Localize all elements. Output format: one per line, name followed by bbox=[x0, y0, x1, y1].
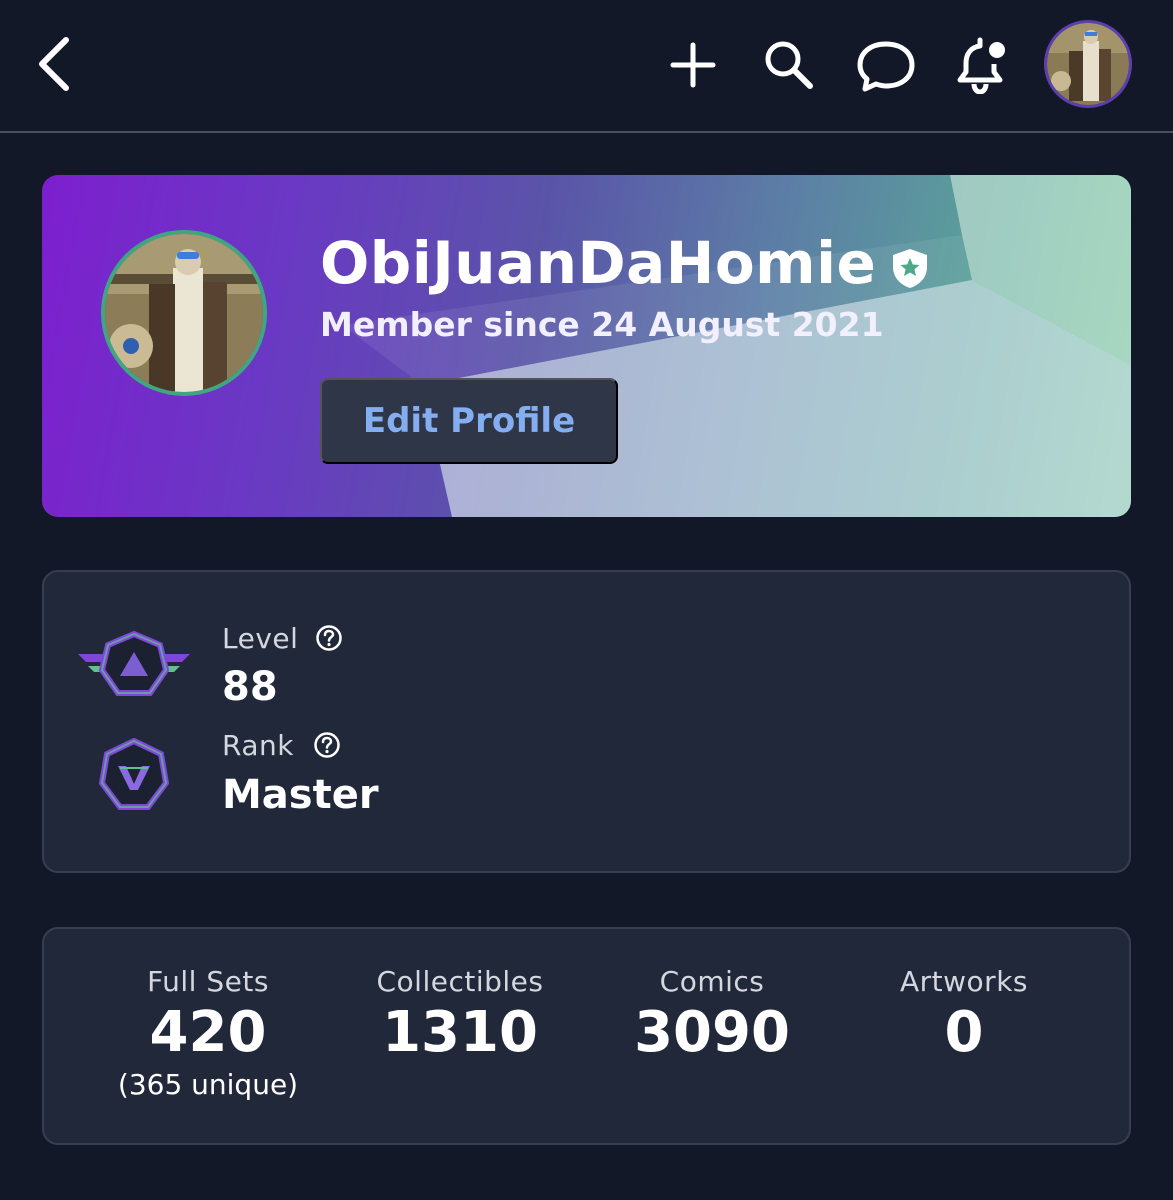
edit-profile-button[interactable]: Edit Profile bbox=[320, 378, 618, 464]
level-help-icon[interactable] bbox=[315, 624, 343, 652]
stat-value: 420 bbox=[149, 1000, 267, 1065]
rank-help-icon[interactable] bbox=[313, 731, 341, 759]
collection-stats-card: Full Sets 420 (365 unique) Collectibles … bbox=[42, 927, 1131, 1145]
avatar[interactable] bbox=[1044, 20, 1132, 108]
level-badge-icon bbox=[78, 630, 190, 696]
stat-value: 1310 bbox=[382, 1000, 538, 1065]
bell-icon[interactable] bbox=[954, 36, 1010, 94]
level-label: Level bbox=[222, 622, 299, 655]
back-icon[interactable] bbox=[30, 32, 80, 96]
stat-collectibles: Collectibles 1310 bbox=[340, 965, 580, 1064]
stat-artworks: Artworks 0 bbox=[844, 965, 1084, 1064]
stat-sub: (365 unique) bbox=[117, 1067, 299, 1101]
search-icon[interactable] bbox=[762, 38, 816, 92]
stat-value: 0 bbox=[944, 1000, 984, 1065]
profile-banner: ObiJuanDaHomie Member since 24 August 20… bbox=[42, 175, 1131, 517]
stat-label: Artworks bbox=[900, 965, 1028, 998]
username: ObiJuanDaHomie bbox=[320, 229, 877, 297]
level-rank-card: Level 88 Rank Master bbox=[42, 570, 1131, 873]
stat-label: Comics bbox=[659, 965, 765, 998]
stat-full-sets: Full Sets 420 (365 unique) bbox=[88, 965, 328, 1101]
level-value: 88 bbox=[222, 664, 278, 710]
plus-icon[interactable] bbox=[668, 40, 718, 90]
rank-badge-icon bbox=[98, 738, 170, 810]
rank-label: Rank bbox=[222, 729, 294, 762]
rank-value: Master bbox=[222, 772, 379, 818]
member-since: Member since 24 August 2021 bbox=[320, 305, 884, 344]
stat-label: Collectibles bbox=[376, 965, 544, 998]
top-bar bbox=[0, 0, 1173, 133]
stat-value: 3090 bbox=[634, 1000, 790, 1065]
profile-avatar bbox=[101, 230, 267, 396]
stat-label: Full Sets bbox=[147, 965, 269, 998]
verified-shield-icon bbox=[893, 249, 927, 288]
chat-icon[interactable] bbox=[855, 38, 917, 94]
stat-comics: Comics 3090 bbox=[592, 965, 832, 1064]
